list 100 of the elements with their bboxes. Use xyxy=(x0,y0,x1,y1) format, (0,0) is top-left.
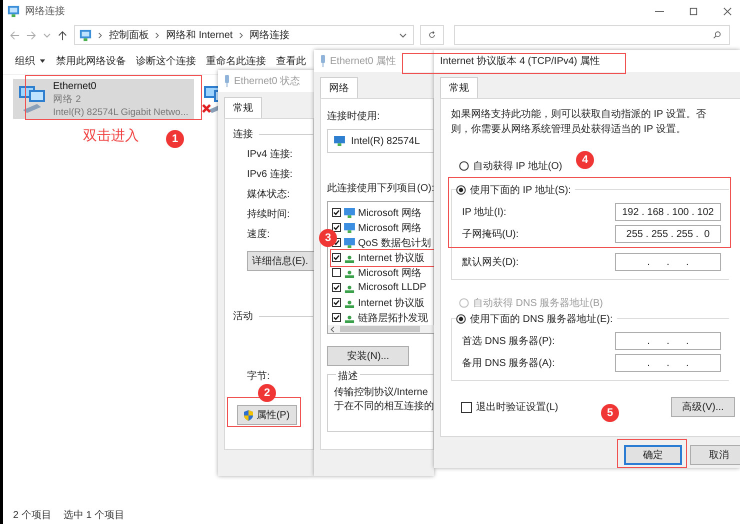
connection-name: Ethernet0 xyxy=(53,80,98,92)
group-title: 描述 xyxy=(336,369,360,383)
breadcrumb-item[interactable]: 网络连接 xyxy=(250,28,290,42)
address-bar[interactable]: 控制面板 网络和 Internet 网络连接 xyxy=(74,25,414,45)
description-text: 传输控制协议/Interne xyxy=(334,386,429,400)
toolbar-button[interactable]: 组织 xyxy=(15,54,46,68)
field-label: 备用 DNS 服务器(A): xyxy=(462,357,555,370)
status-text: 2 个项目 xyxy=(13,509,52,522)
refresh-button[interactable] xyxy=(420,25,444,45)
toolbar-button[interactable]: 禁用此网络设备 xyxy=(56,54,126,68)
network-folder-icon xyxy=(79,28,92,42)
toolbar-button[interactable]: 重命名此连接 xyxy=(206,54,266,68)
section-heading: 连接 xyxy=(233,128,253,141)
checkbox[interactable] xyxy=(332,313,341,322)
search-icon xyxy=(713,31,721,39)
checkbox[interactable] xyxy=(461,402,472,412)
tab[interactable]: 网络 xyxy=(320,77,358,98)
search-field[interactable] xyxy=(454,25,730,45)
connection-item[interactable]: Ethernet0 网络 2 Intel(R) 82574L Gigabit Netwo... xyxy=(13,79,194,119)
field-label: 子网掩码(U): xyxy=(462,228,519,241)
dialog-title: Internet 协议版本 4 (TCP/IPv4) 属性 xyxy=(440,54,600,68)
radio-option[interactable]: 使用下面的 DNS 服务器地址(E): xyxy=(456,312,617,326)
checkbox[interactable] xyxy=(332,283,341,292)
radio-button[interactable] xyxy=(456,185,466,195)
radio-button[interactable] xyxy=(459,161,469,171)
field-label: 持续时间: xyxy=(247,208,290,221)
tab[interactable]: 常规 xyxy=(440,77,478,98)
checkbox-option[interactable]: 退出时验证设置(L) xyxy=(461,400,558,414)
annotation-text: 双击进入 xyxy=(83,127,139,145)
checkbox[interactable] xyxy=(332,253,341,262)
list-item[interactable]: Internet 协议版 xyxy=(332,295,434,310)
field-label: IP 地址(I): xyxy=(462,206,506,219)
dialog-title: Ethernet0 属性 xyxy=(330,54,396,68)
checkbox[interactable] xyxy=(332,223,341,232)
ip-address-field[interactable]: . . . xyxy=(615,253,721,271)
network-name: 网络 2 xyxy=(53,92,82,106)
radio-option[interactable]: 自动获得 IP 地址(O) xyxy=(459,159,562,173)
adapter-plug-icon xyxy=(224,75,230,87)
tab[interactable]: 常规 xyxy=(224,97,262,118)
details-button[interactable]: 详细信息(E). xyxy=(247,251,314,271)
ip-address-field[interactable]: . . . xyxy=(615,354,721,372)
chevron-down-icon[interactable] xyxy=(399,31,407,39)
list-item[interactable]: Microsoft LLDP xyxy=(332,280,434,295)
field-label: 默认网关(D): xyxy=(462,256,519,269)
list-item[interactable]: Microsoft 网络 xyxy=(332,265,434,280)
caret-icon xyxy=(39,58,46,64)
adapter-name: Intel(R) 82574L Gigabit Netwo... xyxy=(53,106,188,118)
chevron-right-icon xyxy=(238,32,244,38)
checkbox[interactable] xyxy=(332,268,341,277)
ip-address-field[interactable]: 192 . 168 . 100 . 102 xyxy=(615,203,721,221)
breadcrumb-item[interactable]: 控制面板 xyxy=(109,28,149,42)
adapter-field: Intel(R) 82574L xyxy=(327,129,434,153)
monitor-icon xyxy=(344,238,355,248)
advanced-button[interactable]: 高级(V)... xyxy=(671,397,735,417)
chevron-right-icon xyxy=(155,32,160,38)
monitor-icon xyxy=(344,222,355,232)
field-label: 媒体状态: xyxy=(247,188,290,201)
monitor-icon xyxy=(344,208,355,218)
ok-button[interactable]: 确定 xyxy=(624,445,682,465)
radio-button[interactable] xyxy=(456,314,466,324)
shield-icon xyxy=(244,410,254,420)
dialog-title: Ethernet0 状态 xyxy=(234,74,300,88)
field-label: 此连接使用下列项目(O): xyxy=(327,182,434,195)
breadcrumb-item[interactable]: 网络和 Internet xyxy=(166,28,233,42)
list-item[interactable]: 链路层拓扑发现 xyxy=(332,310,434,325)
ip-address-field[interactable]: . . . xyxy=(615,332,721,350)
section-heading: 活动 xyxy=(233,310,253,323)
field-label: 字节: xyxy=(247,370,270,383)
field-label: IPv6 连接: xyxy=(247,168,293,181)
checkbox[interactable] xyxy=(332,208,341,217)
window-title: 网络连接 xyxy=(25,4,65,18)
field-label: IPv4 连接: xyxy=(247,148,293,161)
network-folder-icon xyxy=(7,4,20,18)
step-marker: 1 xyxy=(166,130,184,148)
list-item[interactable]: Microsoft 网络 xyxy=(332,205,434,220)
field-label: 速度: xyxy=(247,228,270,241)
maximize-icon[interactable] xyxy=(689,6,698,16)
highlight-frame xyxy=(617,439,687,468)
scrollbar[interactable] xyxy=(328,325,434,333)
refresh-icon xyxy=(428,31,436,39)
properties-button[interactable]: 属性(P) xyxy=(237,405,297,425)
status-text: 选中 1 个项目 xyxy=(63,508,124,522)
close-icon[interactable] xyxy=(723,6,732,16)
adapter-plug-icon xyxy=(320,55,326,67)
toolbar-button[interactable]: 诊断这个连接 xyxy=(136,54,196,68)
install-button[interactable]: 安装(N)... xyxy=(327,346,409,366)
description-text: 于在不同的相互连接的 xyxy=(334,400,434,414)
intro-text: 如果网络支持此功能，则可以获取自动指派的 IP 设置。否则，你需要从网络系统管理员处获得适当的 IP 设置。 xyxy=(451,108,707,137)
chevron-right-icon xyxy=(98,32,103,38)
ip-address-field[interactable]: 255 . 255 . 255 . 0 xyxy=(615,225,721,243)
toolbar-button[interactable]: 查看此 xyxy=(276,54,306,68)
field-label: 连接时使用: xyxy=(327,110,380,123)
field-label: 首选 DNS 服务器(P): xyxy=(462,334,555,348)
radio-option[interactable]: 使用下面的 IP 地址(S): xyxy=(456,183,575,197)
cancel-button[interactable]: 取消 xyxy=(690,445,740,465)
scroll-left-icon[interactable] xyxy=(330,326,336,332)
monitor-icon xyxy=(334,136,345,146)
up-arrow-icon[interactable] xyxy=(57,30,68,40)
checkbox[interactable] xyxy=(332,298,341,307)
list-item[interactable]: Internet 协议版 xyxy=(332,250,434,265)
